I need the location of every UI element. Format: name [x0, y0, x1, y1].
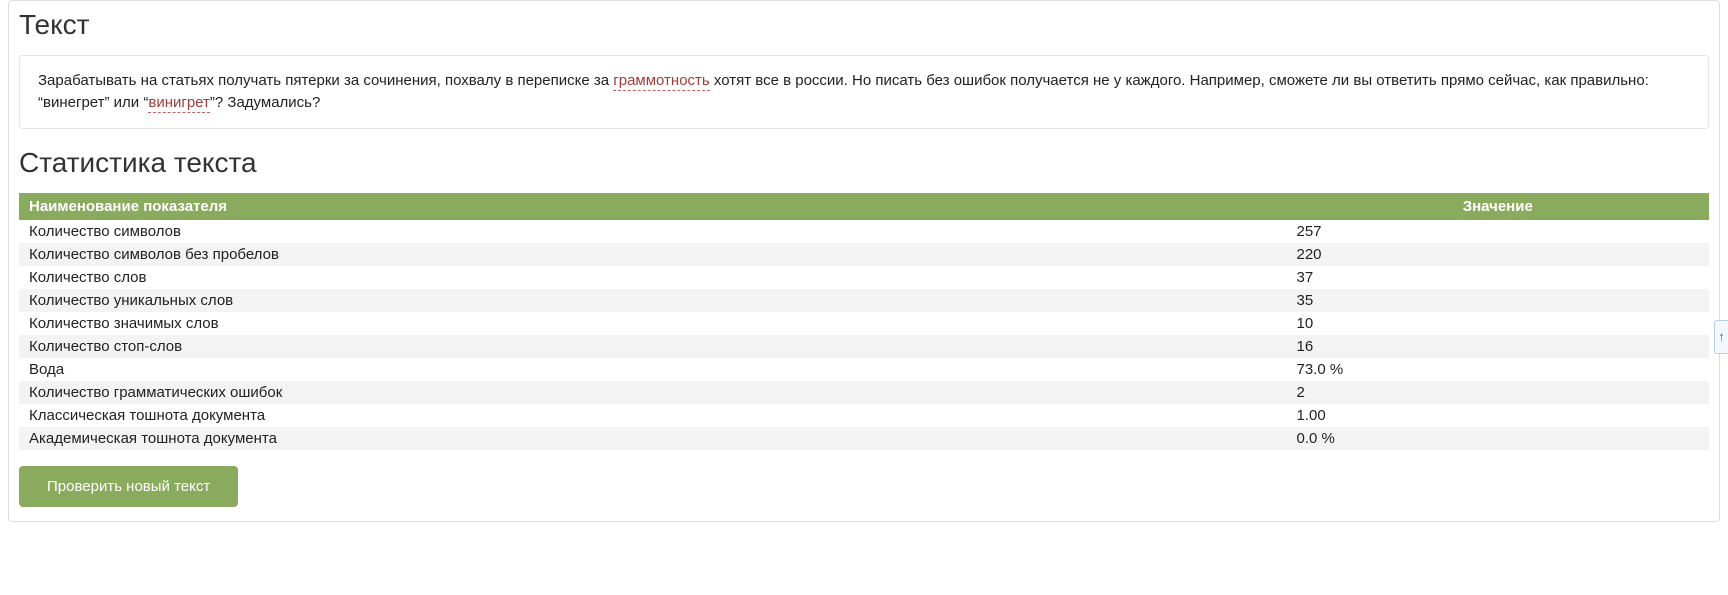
- stats-table: Наименование показателя Значение Количес…: [19, 193, 1709, 450]
- stat-label: Количество слов: [19, 266, 1287, 289]
- stat-value: 37: [1287, 266, 1710, 289]
- table-row: Количество значимых слов10: [19, 312, 1709, 335]
- stat-label: Количество стоп-слов: [19, 335, 1287, 358]
- stat-label: Академическая тошнота документа: [19, 427, 1287, 450]
- stat-value: 35: [1287, 289, 1710, 312]
- main-panel: Текст Зарабатывать на статьях получать п…: [8, 0, 1720, 522]
- table-row: Классическая тошнота документа1.00: [19, 404, 1709, 427]
- spelling-error[interactable]: граммотность: [613, 72, 709, 91]
- text-heading: Текст: [19, 9, 1709, 41]
- scroll-top-button[interactable]: ↑: [1714, 320, 1728, 354]
- table-row: Количество символов257: [19, 220, 1709, 243]
- stat-value: 257: [1287, 220, 1710, 243]
- stat-label: Вода: [19, 358, 1287, 381]
- stat-value: 220: [1287, 243, 1710, 266]
- stat-label: Количество уникальных слов: [19, 289, 1287, 312]
- stat-value: 2: [1287, 381, 1710, 404]
- table-header-name: Наименование показателя: [19, 193, 1287, 220]
- table-row: Количество слов37: [19, 266, 1709, 289]
- stats-heading: Статистика текста: [19, 147, 1709, 179]
- stat-value: 16: [1287, 335, 1710, 358]
- table-row: Академическая тошнота документа0.0 %: [19, 427, 1709, 450]
- text-fragment: ”? Задумались?: [210, 94, 320, 111]
- stat-label: Классическая тошнота документа: [19, 404, 1287, 427]
- spelling-error[interactable]: винигрет: [148, 94, 210, 113]
- stat-label: Количество символов без пробелов: [19, 243, 1287, 266]
- stat-value: 0.0 %: [1287, 427, 1710, 450]
- table-row: Количество грамматических ошибок2: [19, 381, 1709, 404]
- check-new-text-button[interactable]: Проверить новый текст: [19, 466, 238, 507]
- stat-value: 1.00: [1287, 404, 1710, 427]
- stat-label: Количество значимых слов: [19, 312, 1287, 335]
- table-row: Количество уникальных слов35: [19, 289, 1709, 312]
- table-row: Количество символов без пробелов220: [19, 243, 1709, 266]
- stat-value: 73.0 %: [1287, 358, 1710, 381]
- table-row: Вода73.0 %: [19, 358, 1709, 381]
- text-fragment: Зарабатывать на статьях получать пятерки…: [38, 72, 613, 89]
- table-row: Количество стоп-слов16: [19, 335, 1709, 358]
- stat-value: 10: [1287, 312, 1710, 335]
- arrow-up-icon: ↑: [1718, 329, 1725, 344]
- table-header-value: Значение: [1287, 193, 1710, 220]
- stat-label: Количество символов: [19, 220, 1287, 243]
- stat-label: Количество грамматических ошибок: [19, 381, 1287, 404]
- checked-text-box: Зарабатывать на статьях получать пятерки…: [19, 55, 1709, 129]
